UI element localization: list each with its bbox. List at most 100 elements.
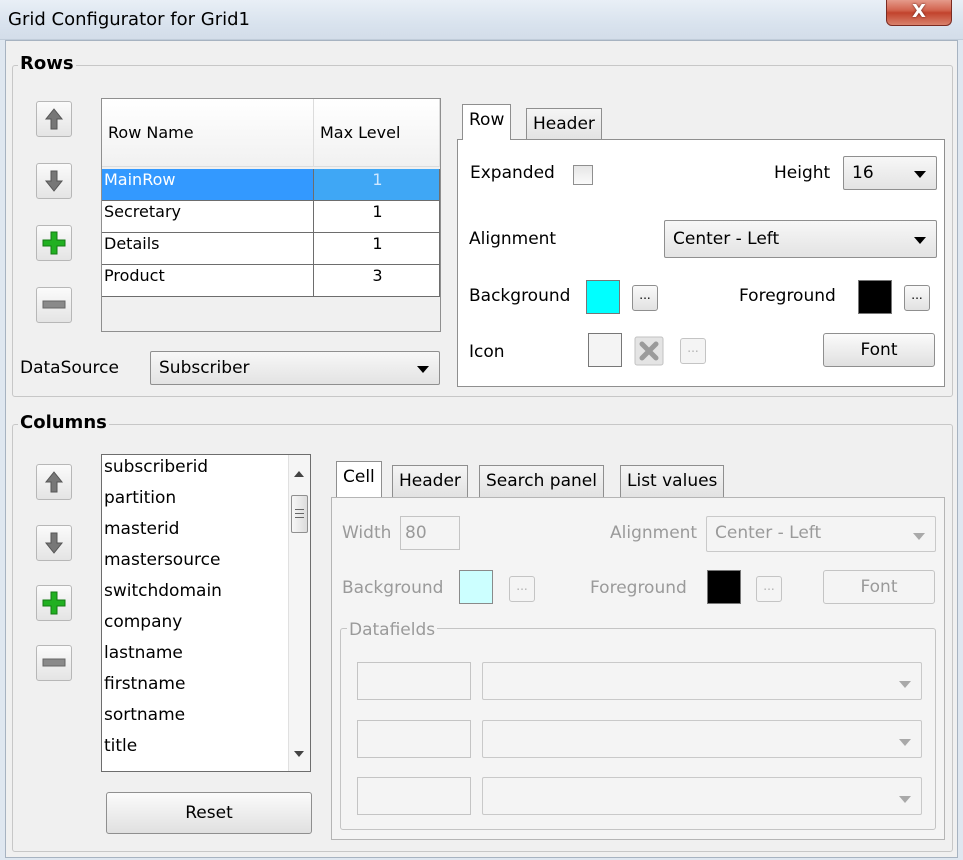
table-row[interactable]: Secretary 1 bbox=[102, 201, 440, 233]
cell-background-label: Background bbox=[342, 578, 444, 598]
datafield-select-2[interactable] bbox=[482, 720, 922, 758]
list-item[interactable]: partition bbox=[104, 486, 176, 517]
column-header-row-name[interactable]: Row Name bbox=[102, 99, 314, 167]
datafield-select-1[interactable] bbox=[482, 662, 922, 700]
arrow-up-icon bbox=[44, 108, 64, 130]
row-name-cell: Details bbox=[102, 233, 314, 265]
plus-icon bbox=[42, 591, 66, 615]
icon-picker-button[interactable]: ... bbox=[680, 338, 706, 364]
height-label: Height bbox=[774, 163, 831, 183]
max-level-cell: 1 bbox=[314, 233, 440, 265]
column-header-max-level[interactable]: Max Level bbox=[314, 99, 440, 167]
datasource-select[interactable]: Subscriber bbox=[150, 351, 440, 385]
height-select[interactable]: 16 bbox=[843, 156, 937, 190]
table-row[interactable]: MainRow 1 bbox=[102, 169, 440, 201]
scroll-down-icon[interactable] bbox=[294, 751, 304, 757]
columns-legend: Columns bbox=[18, 412, 109, 433]
row-name-cell: MainRow bbox=[102, 169, 314, 201]
minus-icon bbox=[42, 658, 66, 667]
cell-font-button[interactable]: Font bbox=[823, 570, 935, 604]
list-item[interactable]: switchdomain bbox=[104, 579, 222, 610]
background-picker-button[interactable]: ... bbox=[632, 285, 658, 311]
row-name-cell: Secretary bbox=[102, 201, 314, 233]
alignment-label: Alignment bbox=[469, 229, 557, 249]
icon-preview[interactable] bbox=[588, 333, 622, 367]
max-level-cell: 3 bbox=[314, 265, 440, 297]
row-remove-button[interactable] bbox=[36, 287, 72, 323]
list-item[interactable]: mastersource bbox=[104, 548, 220, 579]
chevron-down-icon bbox=[417, 366, 429, 373]
cell-foreground-swatch[interactable] bbox=[707, 570, 741, 604]
cell-background-swatch[interactable] bbox=[459, 570, 493, 604]
datafield-name-input-3[interactable] bbox=[357, 777, 471, 815]
list-item[interactable]: firstname bbox=[104, 672, 185, 703]
arrow-down-icon bbox=[44, 532, 64, 554]
max-level-cell: 1 bbox=[314, 169, 440, 201]
arrow-down-icon bbox=[44, 170, 64, 192]
chevron-down-icon bbox=[899, 796, 911, 803]
cell-alignment-select[interactable]: Center - Left bbox=[706, 516, 936, 552]
tab-column-header[interactable]: Header bbox=[392, 465, 468, 497]
tab-cell[interactable]: Cell bbox=[336, 461, 382, 497]
close-button[interactable]: X bbox=[886, 0, 952, 26]
delete-x-icon[interactable] bbox=[634, 336, 664, 370]
columns-listbox[interactable]: subscriberid partition masterid masterso… bbox=[101, 454, 311, 772]
column-remove-button[interactable] bbox=[36, 645, 72, 681]
background-label: Background bbox=[469, 286, 571, 306]
row-move-up-button[interactable] bbox=[36, 101, 72, 137]
plus-icon bbox=[42, 231, 66, 255]
foreground-color-swatch[interactable] bbox=[858, 280, 892, 314]
expanded-checkbox[interactable] bbox=[573, 165, 593, 185]
reset-button[interactable]: Reset bbox=[106, 792, 312, 834]
cell-background-picker-button[interactable]: ... bbox=[509, 576, 535, 602]
columns-scrollbar[interactable] bbox=[288, 455, 310, 771]
tab-list-values[interactable]: List values bbox=[620, 465, 725, 497]
chevron-down-icon bbox=[899, 739, 911, 746]
list-item[interactable]: sortname bbox=[104, 703, 185, 734]
tab-row-header[interactable]: Header bbox=[526, 108, 602, 140]
background-color-swatch[interactable] bbox=[586, 280, 620, 314]
row-font-button[interactable]: Font bbox=[823, 333, 935, 367]
list-item[interactable]: subscriberid bbox=[104, 455, 208, 486]
width-label: Width bbox=[342, 523, 392, 543]
row-move-down-button[interactable] bbox=[36, 163, 72, 199]
title-bar: Grid Configurator for Grid1 X bbox=[0, 0, 963, 40]
width-input[interactable]: 80 bbox=[400, 516, 460, 550]
close-icon: X bbox=[912, 1, 926, 22]
cell-foreground-label: Foreground bbox=[590, 578, 687, 598]
tab-search-panel[interactable]: Search panel bbox=[479, 465, 604, 497]
foreground-label: Foreground bbox=[739, 286, 836, 306]
datasource-value: Subscriber bbox=[159, 358, 250, 378]
scroll-up-icon[interactable] bbox=[294, 471, 304, 477]
foreground-picker-button[interactable]: ... bbox=[904, 285, 930, 311]
list-item[interactable]: lastname bbox=[104, 641, 183, 672]
cell-foreground-picker-button[interactable]: ... bbox=[756, 576, 782, 602]
datafield-select-3[interactable] bbox=[482, 777, 922, 815]
list-item[interactable]: masterid bbox=[104, 517, 179, 548]
chevron-down-icon bbox=[899, 681, 911, 688]
column-move-down-button[interactable] bbox=[36, 525, 72, 561]
rows-table: Row Name Max Level MainRow 1 Secretary 1… bbox=[101, 98, 441, 332]
icon-label: Icon bbox=[469, 342, 505, 362]
alignment-value: Center - Left bbox=[673, 229, 780, 249]
list-item[interactable]: title bbox=[104, 734, 137, 765]
datafield-name-input-2[interactable] bbox=[357, 720, 471, 758]
datasource-label: DataSource bbox=[20, 358, 119, 378]
window-title: Grid Configurator for Grid1 bbox=[8, 9, 250, 30]
height-value: 16 bbox=[852, 163, 874, 183]
row-name-cell: Product bbox=[102, 265, 314, 297]
datafields-legend: Datafields bbox=[347, 620, 438, 640]
table-row[interactable]: Product 3 bbox=[102, 265, 440, 297]
list-item[interactable]: company bbox=[104, 610, 182, 641]
datafield-name-input-1[interactable] bbox=[357, 662, 471, 700]
scroll-thumb[interactable] bbox=[291, 495, 308, 533]
alignment-select[interactable]: Center - Left bbox=[664, 220, 937, 258]
rows-legend: Rows bbox=[18, 53, 76, 74]
column-add-button[interactable] bbox=[36, 585, 72, 621]
cell-alignment-value: Center - Left bbox=[715, 523, 822, 543]
chevron-down-icon bbox=[914, 237, 926, 244]
table-row[interactable]: Details 1 bbox=[102, 233, 440, 265]
column-move-up-button[interactable] bbox=[36, 464, 72, 500]
row-add-button[interactable] bbox=[36, 225, 72, 261]
tab-row[interactable]: Row bbox=[462, 104, 512, 140]
